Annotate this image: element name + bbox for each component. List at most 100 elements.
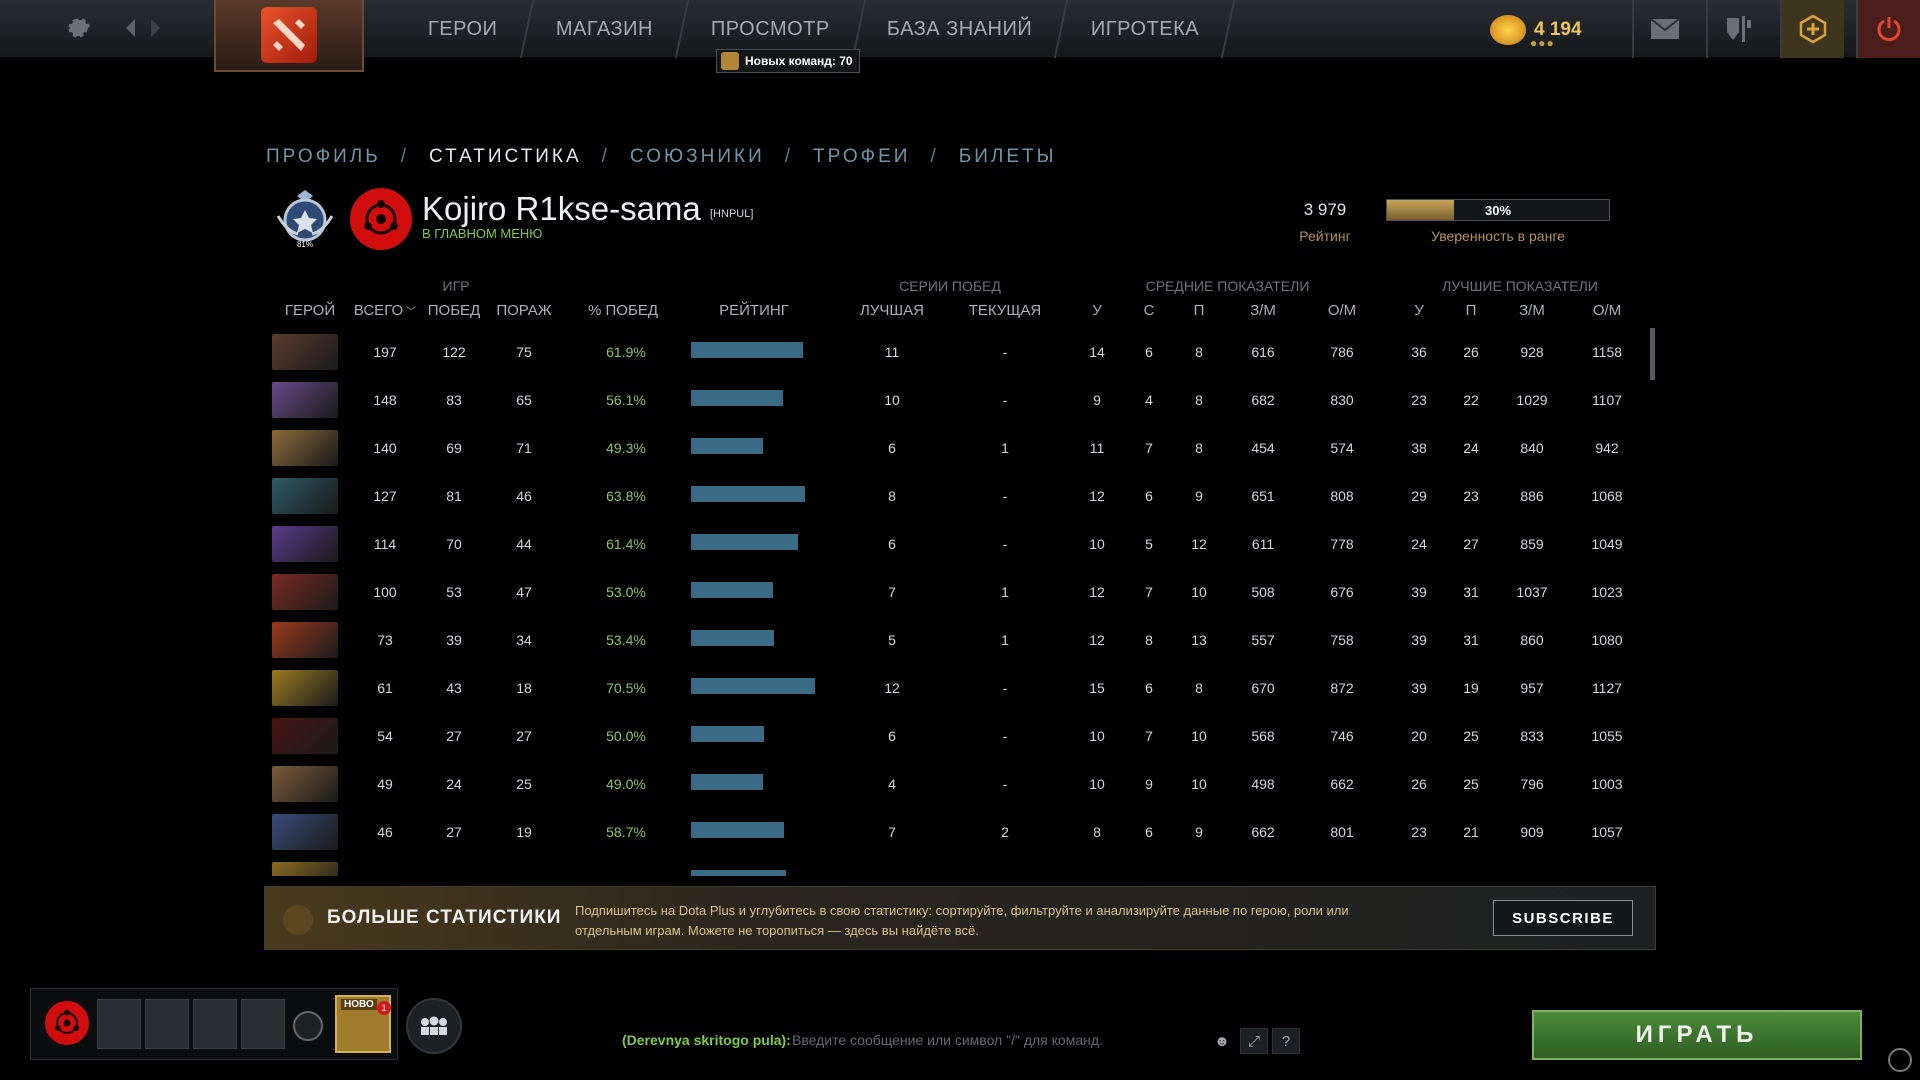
tab-tickets[interactable]: БИЛЕТЫ [959, 146, 1057, 168]
table-row[interactable]: 127 81 46 63.8% 8 - 12 6 9 651 808 29 23 886 1068 [266, 474, 1646, 522]
wins-cell: 70 [446, 536, 462, 552]
nav-store[interactable]: МАГАЗИН [521, 0, 689, 58]
link-icon[interactable]: ⤢ [1240, 1028, 1268, 1054]
table-row[interactable]: 114 70 44 61.4% 6 - 10 5 12 611 778 24 27 859 1049 [266, 522, 1646, 570]
table-scrollbar[interactable] [1650, 328, 1655, 380]
tab-statistics[interactable]: СТАТИСТИКА [429, 146, 582, 168]
shards-display[interactable]: 4 194 ●●● [1490, 12, 1582, 50]
avg-xpm-cell: 498 [1251, 776, 1275, 792]
col-avg-xpm[interactable]: З/М [1243, 302, 1283, 319]
hero-portrait[interactable] [272, 382, 338, 418]
nav-heroes[interactable]: ГЕРОИ [393, 0, 534, 58]
subscribe-button[interactable]: SUBSCRIBE [1493, 900, 1633, 936]
col-best-streak[interactable]: ЛУЧШАЯ [852, 302, 932, 319]
table-row[interactable] [266, 858, 1646, 876]
table-row[interactable]: 46 27 19 58.7% 7 2 8 6 9 662 801 23 21 909 1057 [266, 810, 1646, 858]
avg-assists-cell: 8 [1195, 680, 1203, 696]
voice-chat-headset-icon[interactable] [293, 1011, 323, 1041]
nav-learn[interactable]: БАЗА ЗНАНИЙ [853, 0, 1069, 58]
player-avatar[interactable] [350, 188, 412, 250]
table-row[interactable]: 49 24 25 49.0% 4 - 10 9 10 498 662 26 25 796 1003 [266, 762, 1646, 810]
col-avg-kills[interactable]: У [1082, 302, 1112, 319]
rank-medal-icon[interactable]: 81% [270, 186, 340, 250]
settings-gear-icon[interactable] [60, 10, 96, 46]
hero-portrait[interactable] [272, 718, 338, 754]
hero-portrait[interactable] [272, 334, 338, 370]
hero-portrait[interactable] [272, 766, 338, 802]
nav-arcade[interactable]: ИГРОТЕКА [1056, 0, 1236, 58]
party-slot-empty[interactable] [145, 999, 189, 1049]
table-row[interactable]: 100 53 47 53.0% 7 1 12 7 10 508 676 39 31 1037 1023 [266, 570, 1646, 618]
wins-cell: 27 [446, 728, 462, 744]
forward-arrow-icon[interactable] [146, 10, 166, 46]
event-icon[interactable]: НОВО 1 [335, 995, 391, 1053]
col-best-gpm[interactable]: О/М [1585, 302, 1629, 319]
table-row[interactable]: 54 27 27 50.0% 6 - 10 7 10 568 746 20 25 833 1055 [266, 714, 1646, 762]
wins-cell: 39 [446, 632, 462, 648]
hero-stats-table[interactable]: 197 122 75 61.9% 11-14 6 8 616 786 36 26 928 1158 148… [266, 330, 1646, 876]
col-best-kills[interactable]: У [1404, 302, 1434, 319]
col-avg-assists[interactable]: П [1184, 302, 1214, 319]
losses-cell: 18 [516, 680, 532, 696]
hero-portrait[interactable] [272, 430, 338, 466]
dota-plus-icon[interactable] [1780, 0, 1844, 58]
refresh-icon[interactable] [1888, 1048, 1912, 1072]
hero-portrait[interactable] [272, 622, 338, 658]
winrate-cell: 56.1% [606, 392, 646, 408]
power-icon[interactable] [1856, 0, 1920, 58]
col-current-streak[interactable]: ТЕКУЩАЯ [960, 302, 1050, 319]
chat-channel-name[interactable]: (Derevnya skritogo pula): [622, 1032, 791, 1048]
play-button[interactable]: ИГРАТЬ [1532, 1010, 1862, 1060]
col-rating[interactable]: РЕЙТИНГ [704, 302, 804, 319]
hero-portrait[interactable] [272, 814, 338, 850]
dota-logo-tab[interactable] [214, 0, 364, 72]
losses-cell: 27 [516, 728, 532, 744]
best-xpm-cell [1512, 858, 1552, 876]
col-best-xpm[interactable]: З/М [1512, 302, 1552, 319]
hero-portrait[interactable] [272, 478, 338, 514]
armory-icon[interactable] [1706, 0, 1770, 58]
tab-profile[interactable]: ПРОФИЛЬ [266, 146, 381, 168]
col-winrate[interactable]: % ПОБЕД [580, 302, 666, 319]
friends-icon[interactable] [406, 998, 462, 1054]
col-wins[interactable]: ПОБЕД [424, 302, 484, 319]
help-icon[interactable]: ? [1272, 1028, 1300, 1054]
wins-cell: 122 [442, 344, 466, 360]
avg-deaths-cell: 6 [1145, 824, 1153, 840]
mail-icon[interactable] [1632, 0, 1696, 58]
col-total[interactable]: ВСЕГО ﹀ [350, 302, 420, 319]
hero-portrait[interactable] [272, 670, 338, 706]
avg-kills-cell: 12 [1089, 488, 1105, 504]
back-arrow-icon[interactable] [120, 10, 140, 46]
hero-portrait[interactable] [272, 526, 338, 562]
new-teams-notification[interactable]: Новых команд: 70 [716, 49, 860, 73]
table-row[interactable]: 73 39 34 53.4% 5 1 12 8 13 557 758 39 31 860 1080 [266, 618, 1646, 666]
party-slot-empty[interactable] [97, 999, 141, 1049]
best-kills-cell: 29 [1411, 488, 1427, 504]
avg-assists-cell: 8 [1195, 392, 1203, 408]
table-row[interactable]: 61 43 18 70.5% 12 - 15 6 8 670 872 39 19 957 1127 [266, 666, 1646, 714]
col-hero[interactable]: ГЕРОЙ [278, 302, 342, 319]
party-slot-empty[interactable] [193, 999, 237, 1049]
col-losses[interactable]: ПОРАЖ [492, 302, 556, 319]
emoji-icon[interactable]: ☻ [1208, 1028, 1236, 1054]
col-best-assists[interactable]: П [1456, 302, 1486, 319]
col-avg-gpm[interactable]: О/М [1320, 302, 1364, 319]
tab-allies[interactable]: СОЮЗНИКИ [630, 146, 765, 168]
table-row[interactable]: 148 83 65 56.1% 10 - 9 4 8 682 830 23 22 1029 1107 [266, 378, 1646, 426]
current-streak-cell: - [1002, 536, 1008, 552]
tab-trophies[interactable]: ТРОФЕИ [813, 146, 910, 168]
chat-input[interactable] [792, 1026, 1192, 1054]
best-xpm-cell: 928 [1520, 344, 1544, 360]
party-leader-avatar[interactable] [45, 1001, 89, 1045]
best-streak-cell: 11 [884, 344, 900, 360]
best-gpm-cell: 1158 [1591, 344, 1623, 360]
party-slot-empty[interactable] [241, 999, 285, 1049]
current-streak-cell: 1 [1001, 440, 1009, 456]
col-avg-deaths[interactable]: С [1134, 302, 1164, 319]
best-streak-cell: 6 [888, 728, 896, 744]
hero-portrait[interactable] [272, 574, 338, 610]
table-row[interactable]: 197 122 75 61.9% 11 - 14 6 8 616 786 36 26 928 1158 [266, 330, 1646, 378]
hero-portrait[interactable] [272, 862, 338, 876]
table-row[interactable]: 140 69 71 49.3% 6 1 11 7 8 454 574 38 24 840 942 [266, 426, 1646, 474]
